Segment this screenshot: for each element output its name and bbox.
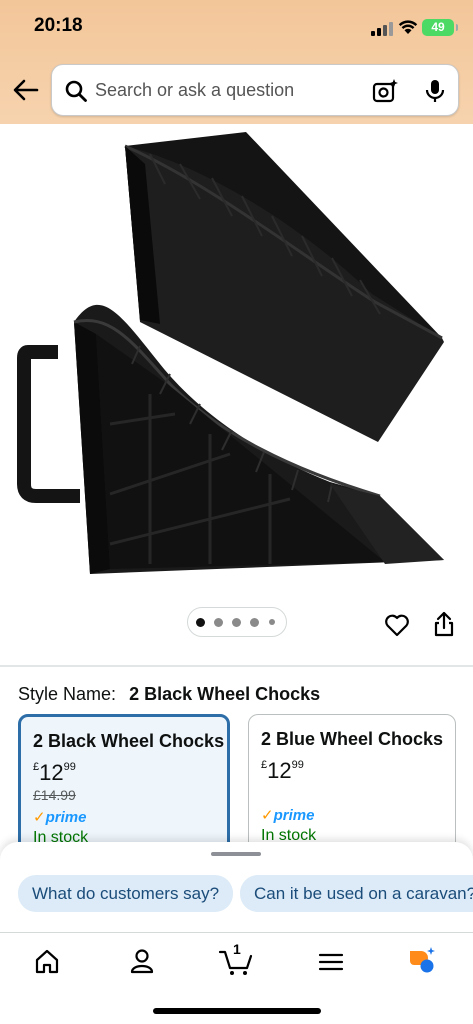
microphone-icon[interactable] <box>422 77 448 105</box>
wifi-icon <box>398 20 418 34</box>
style-name-label: Style Name: <box>18 684 117 704</box>
style-name-value: 2 Black Wheel Chocks <box>129 684 321 704</box>
option-price: £1299 <box>33 760 76 785</box>
carousel-dot[interactable] <box>269 619 275 625</box>
prime-badge: ✓prime <box>261 807 315 824</box>
camera-search-icon[interactable] <box>371 77 399 105</box>
account-icon[interactable] <box>127 946 157 976</box>
header: 20:18 49 Search or ask a question <box>0 0 473 124</box>
heart-icon[interactable] <box>384 612 410 638</box>
suggestion-chip[interactable]: Can it be used on a caravan? <box>240 875 473 912</box>
carousel-dot[interactable] <box>232 618 241 627</box>
home-icon[interactable] <box>32 947 62 977</box>
option-price: £1299 <box>261 758 304 783</box>
option-old-price: £14.99 <box>33 787 76 803</box>
suggestion-sheet[interactable]: What do customers say? Can it be used on… <box>0 842 473 932</box>
prime-badge: ✓prime <box>33 809 87 826</box>
search-icon <box>65 80 87 102</box>
share-icon[interactable] <box>432 610 456 638</box>
rufus-icon[interactable] <box>407 945 437 975</box>
home-indicator <box>153 1008 321 1014</box>
back-arrow-icon[interactable] <box>12 76 40 104</box>
section-divider <box>0 665 473 667</box>
suggestion-chip[interactable]: What do customers say? <box>18 875 234 912</box>
option-title: 2 Blue Wheel Chocks <box>261 729 444 749</box>
status-bar: 20:18 49 <box>0 0 473 52</box>
battery-icon: 49 <box>422 19 458 36</box>
sheet-grabber[interactable] <box>211 852 261 856</box>
carousel-dot[interactable] <box>196 618 205 627</box>
cart-count-badge: 1 <box>233 941 241 957</box>
product-image[interactable] <box>0 124 473 594</box>
menu-icon[interactable] <box>316 947 346 977</box>
search-input[interactable]: Search or ask a question <box>51 64 459 116</box>
status-time: 20:18 <box>34 15 83 36</box>
style-name-row: Style Name: 2 Black Wheel Chocks <box>18 684 320 705</box>
carousel-dot[interactable] <box>214 618 223 627</box>
option-title: 2 Black Wheel Chocks <box>33 731 225 751</box>
signal-icon <box>371 22 393 36</box>
search-placeholder: Search or ask a question <box>95 80 295 100</box>
image-carousel-indicator[interactable] <box>187 607 287 637</box>
carousel-dot[interactable] <box>250 618 259 627</box>
